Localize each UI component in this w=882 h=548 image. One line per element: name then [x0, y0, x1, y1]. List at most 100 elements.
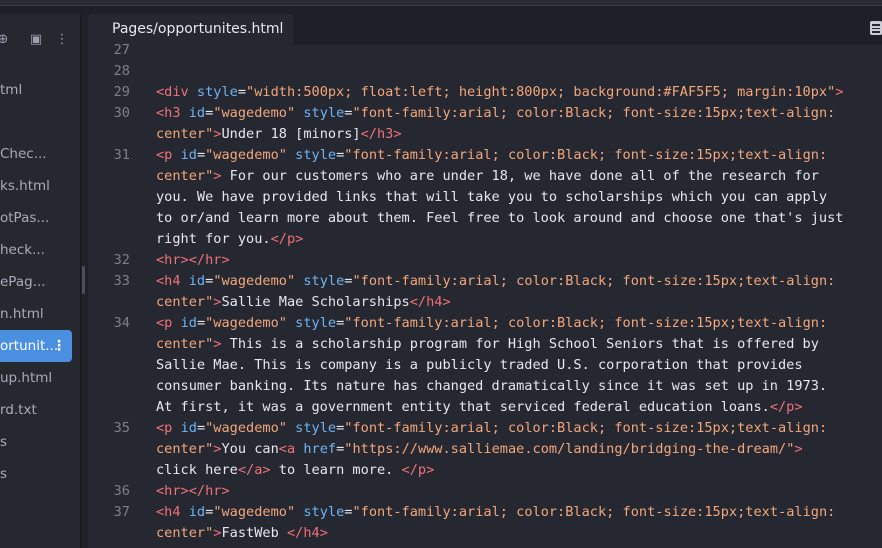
token-plain: you. We have provided links that will ta…: [156, 189, 828, 205]
token-tag: <p: [156, 420, 181, 436]
new-folder-icon[interactable]: ▣: [27, 28, 45, 50]
code-line: 34 <p id="wagedemo" style="font-family:ar…: [88, 313, 882, 334]
token-att: style: [295, 147, 337, 163]
file-item[interactable]: heck...: [0, 234, 80, 266]
token-str: center": [156, 336, 214, 352]
sidebar-resize-handle[interactable]: [82, 266, 85, 294]
token-plain: click here: [156, 462, 238, 478]
code-line: 35 <p id="wagedemo" style="font-family:ar…: [88, 418, 882, 439]
line-text: you. We have provided links that will ta…: [156, 187, 827, 208]
code-line: 30 <h3 id="wagedemo" style="font-family:a…: [88, 103, 882, 124]
token-str: center": [156, 126, 214, 142]
token-tag: <a: [278, 441, 304, 457]
token-att: style: [295, 420, 337, 436]
file-item-label: heck...: [0, 242, 45, 258]
code-line: you. We have provided links that will ta…: [88, 187, 882, 208]
file-item[interactable]: [0, 106, 80, 138]
token-str: "https://www.salliemae.com/landing/bridg…: [344, 441, 795, 457]
code-line: center">Sallie Mae Scholarships</h4>: [88, 292, 882, 313]
token-att: style: [303, 273, 345, 289]
token-str: "font-family:arial; color:Black; font-si…: [352, 105, 836, 121]
file-item[interactable]: ks.html: [0, 170, 80, 202]
code-line: 37 <h4 id="wagedemo" style="font-family:a…: [88, 502, 882, 523]
token-str: "wagedemo": [205, 147, 287, 163]
token-att: id: [180, 315, 197, 331]
token-plain: FastWeb: [221, 525, 287, 541]
token-att: id: [180, 420, 197, 436]
line-number: 27: [113, 42, 130, 58]
token-tag: <h4: [156, 273, 189, 289]
token-att: style: [303, 504, 345, 520]
file-item[interactable]: s: [0, 426, 80, 458]
token-tag: <div: [156, 84, 197, 100]
editor-menu-icon[interactable]: [870, 21, 882, 35]
token-str: center": [156, 168, 214, 184]
token-plain: Sallie Mae Scholarships: [221, 294, 410, 310]
file-item-label: tml: [0, 82, 23, 98]
line-text: <div style="width:500px; float:left; hei…: [156, 82, 843, 103]
line-text: center"> For our customers who are under…: [156, 166, 819, 187]
token-plain: to or/and learn more about them. Feel fr…: [156, 210, 844, 226]
token-str: "font-family:arial; color:Black; font-si…: [344, 315, 828, 331]
line-text: center">Sallie Mae Scholarships</h4>: [156, 292, 451, 313]
token-str: "wagedemo": [205, 420, 287, 436]
token-tag: >: [794, 441, 803, 457]
token-str: "wagedemo": [205, 315, 287, 331]
file-item-label: ePag...: [0, 274, 46, 290]
line-text: right for you.</p>: [156, 229, 303, 250]
file-item[interactable]: otPas...: [0, 202, 80, 234]
file-item[interactable]: n.html: [0, 298, 80, 330]
file-tree-sidebar: ⊕ ▣ ⋮ tml Chec... ks.html otPas... heck... eP…: [0, 14, 81, 548]
file-item-label: s: [0, 434, 8, 450]
line-text: <hr></hr>: [156, 250, 230, 271]
line-number: 30: [113, 105, 130, 121]
file-item-label: ortunit...: [0, 338, 59, 354]
file-item-label: otPas...: [0, 210, 50, 226]
code-area[interactable]: 27 28 29 <div style="width:500px; float:lef…: [88, 40, 882, 544]
new-file-icon[interactable]: ⊕: [0, 28, 12, 50]
sidebar-toolbar: ⊕ ▣ ⋮: [0, 28, 80, 50]
code-editor: Pages/opportunites.html 27 28 29 <div style…: [88, 14, 882, 548]
code-line: 32 <hr></hr>: [88, 250, 882, 271]
token-plain: Under 18 [minors]: [221, 126, 361, 142]
file-item[interactable]: up.html: [0, 362, 80, 394]
token-tag: >: [835, 84, 844, 100]
file-item[interactable]: ePag...: [0, 266, 80, 298]
token-tag: <hr></hr>: [156, 252, 230, 268]
token-plain: =: [196, 315, 206, 331]
code-line: to or/and learn more about them. Feel fr…: [88, 208, 882, 229]
file-item-label: up.html: [0, 370, 53, 386]
tab-title: Pages/opportunites.html: [112, 21, 284, 37]
file-item[interactable]: rd.txt: [0, 394, 80, 426]
token-str: center": [156, 525, 214, 541]
token-tag: <p: [156, 147, 181, 163]
file-item-label: rd.txt: [0, 402, 37, 418]
line-number: 28: [113, 63, 130, 79]
token-plain: Sallie Mae. This is company is a publicl…: [156, 357, 803, 373]
file-item[interactable]: Chec...: [0, 138, 80, 170]
line-number: 32: [113, 252, 130, 268]
token-att: style: [303, 105, 345, 121]
line-text: <h4 id="wagedemo" style="font-family:ari…: [156, 502, 835, 523]
file-item[interactable]: tml: [0, 74, 80, 106]
file-item[interactable]: s: [0, 458, 80, 490]
code-line: Sallie Mae. This is company is a publicl…: [88, 355, 882, 376]
token-tag: </p>: [401, 462, 435, 478]
file-item-active[interactable]: ortunit... ⋮: [0, 330, 72, 362]
token-tag: </h4>: [409, 294, 451, 310]
token-plain: This is a scholarship program for High S…: [221, 336, 819, 352]
line-text: <p id="wagedemo" style="font-family:aria…: [156, 313, 827, 334]
file-options-icon[interactable]: ⋮: [52, 330, 66, 362]
token-att: href: [303, 441, 337, 457]
line-number: 33: [113, 273, 130, 289]
line-text: <p id="wagedemo" style="font-family:aria…: [156, 145, 827, 166]
code-line: consumer banking. Its nature has changed…: [88, 376, 882, 397]
token-att: id: [188, 504, 206, 520]
token-tag: </p>: [270, 231, 304, 247]
more-icon[interactable]: ⋮: [53, 28, 71, 50]
token-tag: </h3>: [360, 126, 402, 142]
file-item-label: ks.html: [0, 178, 50, 194]
token-plain: =: [196, 147, 206, 163]
